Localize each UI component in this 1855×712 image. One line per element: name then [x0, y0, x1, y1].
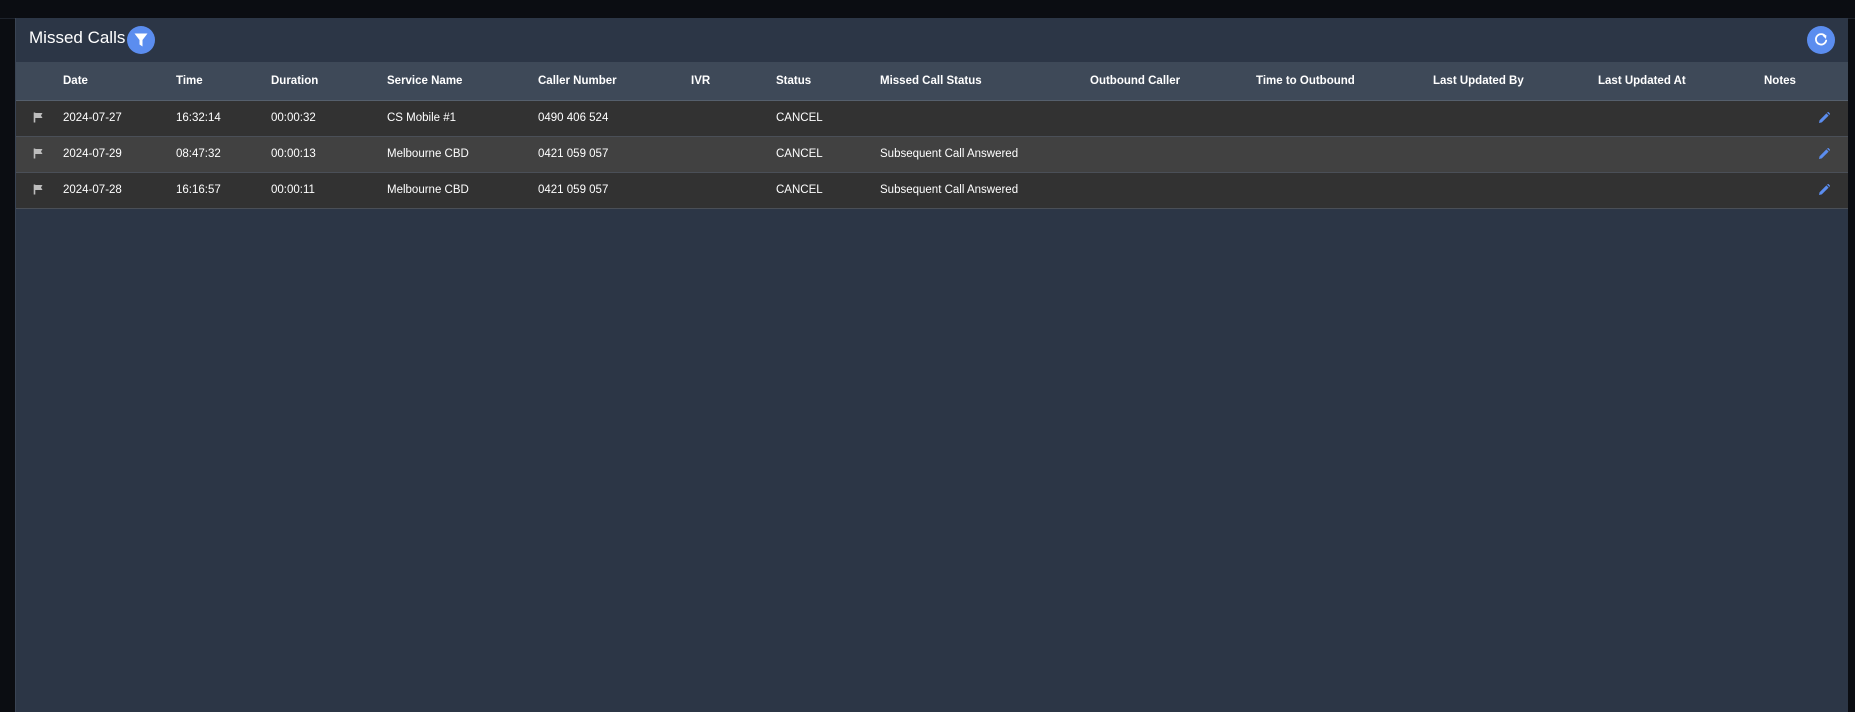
flag-icon[interactable] [33, 184, 44, 195]
last-updated-at-cell [1598, 172, 1764, 209]
duration-cell: 00:00:13 [271, 136, 387, 173]
outbound-caller-cell [1090, 136, 1256, 173]
missed-call-status-cell: Subsequent Call Answered [880, 136, 1090, 173]
missed-calls-panel: Missed Calls Date Time Duration Service … [15, 18, 1848, 712]
time-to-outbound-cell [1256, 172, 1433, 209]
time-cell: 08:47:32 [176, 136, 271, 173]
date-cell: 2024-07-28 [63, 172, 176, 209]
missed-call-status-cell: Subsequent Call Answered [880, 172, 1090, 209]
status-cell: CANCEL [776, 136, 880, 173]
flag-cell[interactable] [16, 136, 63, 173]
time-to-outbound-cell [1256, 136, 1433, 173]
column-header-service-name[interactable]: Service Name [387, 62, 538, 101]
column-header-missed-call-status[interactable]: Missed Call Status [880, 62, 1090, 101]
date-cell: 2024-07-27 [63, 100, 176, 137]
notes-cell [1764, 136, 1848, 173]
service-name-cell: Melbourne CBD [387, 136, 538, 173]
date-cell: 2024-07-29 [63, 136, 176, 173]
column-header-caller-number[interactable]: Caller Number [538, 62, 691, 101]
column-header-last-updated-at[interactable]: Last Updated At [1598, 62, 1764, 101]
service-name-cell: CS Mobile #1 [387, 100, 538, 137]
flag-icon[interactable] [33, 148, 44, 159]
table-header-row: Date Time Duration Service Name Caller N… [16, 62, 1848, 101]
column-header-last-updated-by[interactable]: Last Updated By [1433, 62, 1598, 101]
status-cell: CANCEL [776, 172, 880, 209]
flag-icon[interactable] [33, 112, 44, 123]
table-row[interactable]: 2024-07-27 16:32:14 00:00:32 CS Mobile #… [16, 100, 1848, 137]
column-header-outbound-caller[interactable]: Outbound Caller [1090, 62, 1256, 101]
top-bar [0, 0, 1855, 19]
duration-cell: 00:00:32 [271, 100, 387, 137]
column-header-time[interactable]: Time [176, 62, 271, 101]
duration-cell: 00:00:11 [271, 172, 387, 209]
table-row[interactable]: 2024-07-29 08:47:32 00:00:13 Melbourne C… [16, 136, 1848, 173]
column-header-notes[interactable]: Notes [1764, 62, 1848, 101]
last-updated-by-cell [1433, 100, 1598, 137]
missed-call-status-cell [880, 100, 1090, 137]
last-updated-by-cell [1433, 172, 1598, 209]
column-header-duration[interactable]: Duration [271, 62, 387, 101]
column-header-ivr[interactable]: IVR [691, 62, 776, 101]
flag-cell[interactable] [16, 172, 63, 209]
column-header-status[interactable]: Status [776, 62, 880, 101]
caller-number-cell: 0490 406 524 [538, 100, 691, 137]
time-cell: 16:16:57 [176, 172, 271, 209]
column-header-date[interactable]: Date [63, 62, 176, 101]
caller-number-cell: 0421 059 057 [538, 172, 691, 209]
refresh-button[interactable] [1807, 26, 1835, 54]
last-updated-by-cell [1433, 136, 1598, 173]
ivr-cell [691, 100, 776, 137]
caller-number-cell: 0421 059 057 [538, 136, 691, 173]
status-cell: CANCEL [776, 100, 880, 137]
missed-calls-table: Date Time Duration Service Name Caller N… [16, 62, 1848, 209]
time-to-outbound-cell [1256, 100, 1433, 137]
filter-icon [134, 33, 148, 46]
column-header-flag [16, 62, 63, 101]
pencil-icon[interactable] [1818, 183, 1830, 196]
flag-cell[interactable] [16, 100, 63, 137]
refresh-icon [1815, 33, 1828, 46]
notes-cell [1764, 172, 1848, 209]
last-updated-at-cell [1598, 136, 1764, 173]
pencil-icon[interactable] [1818, 147, 1830, 160]
filter-button[interactable] [127, 26, 155, 54]
column-header-time-to-outbound[interactable]: Time to Outbound [1256, 62, 1433, 101]
notes-cell [1764, 100, 1848, 137]
outbound-caller-cell [1090, 100, 1256, 137]
ivr-cell [691, 136, 776, 173]
service-name-cell: Melbourne CBD [387, 172, 538, 209]
last-updated-at-cell [1598, 100, 1764, 137]
page-title: Missed Calls [29, 28, 126, 47]
table-row[interactable]: 2024-07-28 16:16:57 00:00:11 Melbourne C… [16, 172, 1848, 209]
panel-header: Missed Calls [16, 18, 1848, 62]
pencil-icon[interactable] [1818, 111, 1830, 124]
outbound-caller-cell [1090, 172, 1256, 209]
ivr-cell [691, 172, 776, 209]
time-cell: 16:32:14 [176, 100, 271, 137]
